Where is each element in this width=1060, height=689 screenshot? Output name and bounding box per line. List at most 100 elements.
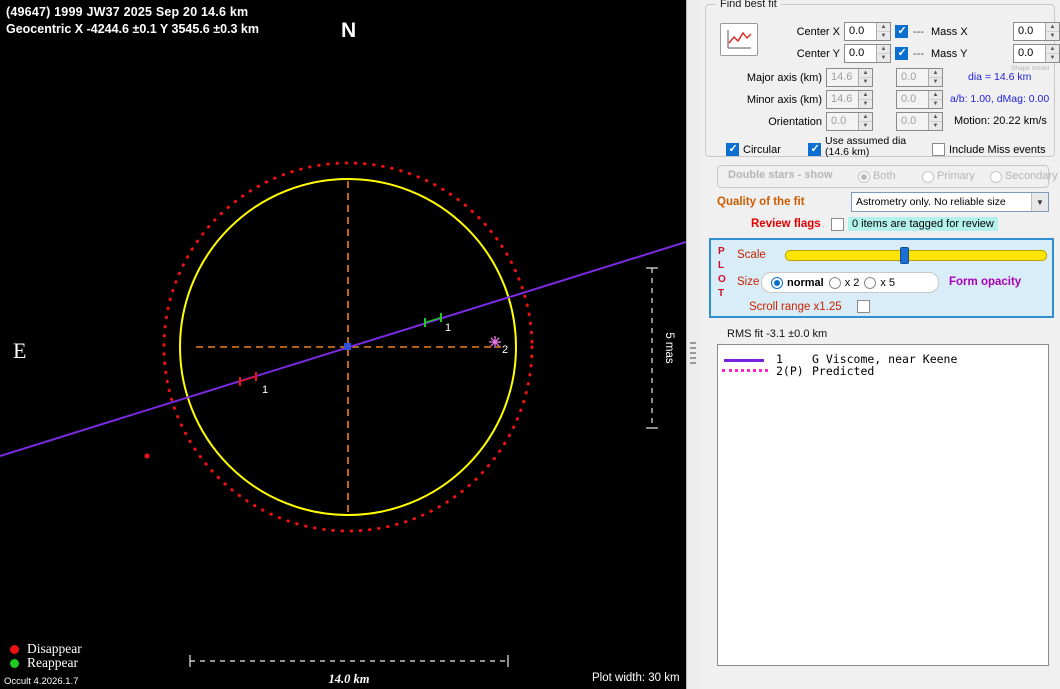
find-best-fit-group: Find best fit Center X 0.0 ▲▼ --- Mass X… [705,4,1055,157]
spinner-down-icon[interactable]: ▼ [1046,54,1059,62]
mass-y-value[interactable]: 0.0 [1014,45,1045,62]
stray-point [145,454,150,459]
size-x2-radio[interactable] [829,277,841,289]
center-x-label: Center X [764,26,840,38]
spinner-up-icon[interactable]: ▲ [1046,45,1059,54]
plot-subtitle: Geocentric X -4244.6 ±0.1 Y 3545.6 ±0.3 … [6,22,259,36]
minor-axis-value: 14.6 [827,91,858,108]
legend-disappear: Disappear [10,642,82,656]
mass-y-spinner[interactable]: 0.0 ▲▼ [1013,44,1060,63]
reappear-dot-icon [10,659,19,668]
minor-axis-spinner[interactable]: 14.6 ▲▼ [826,90,873,109]
circular-label: Circular [743,144,781,156]
chord-1-line-sample [724,359,764,362]
center-x-spinner[interactable]: 0.0 ▲▼ [844,22,891,41]
orientation-spinner[interactable]: 0.0 ▲▼ [826,112,873,131]
spinner-down-icon[interactable]: ▼ [929,100,942,108]
size-option-group: normal x 2 x 5 [761,272,939,293]
major-axis-spinner[interactable]: 14.6 ▲▼ [826,68,873,87]
spinner-down-icon[interactable]: ▼ [1046,32,1059,40]
size-x5-option[interactable]: x 5 [864,277,895,289]
vertical-scale-bracket [646,268,658,428]
orientation-value-2: 0.0 [897,113,928,130]
spinner-up-icon[interactable]: ▲ [859,69,872,78]
spinner-up-icon[interactable]: ▲ [929,91,942,100]
quality-of-fit-label: Quality of the fit [717,196,805,208]
major-axis-label: Major axis (km) [734,72,822,84]
chord-1-reappear-label: 1 [445,322,451,334]
scroll-range-checkbox[interactable] [857,300,870,313]
size-normal-radio[interactable] [771,277,783,289]
double-stars-primary-radio[interactable] [922,171,934,183]
scroll-range-label: Scroll range x1.25 [749,301,842,313]
spinner-down-icon[interactable]: ▼ [859,100,872,108]
observations-listbox[interactable]: 1 G Viscome, near Keene 2(P) Predicted [717,344,1049,666]
center-y-value[interactable]: 0.0 [845,45,876,62]
plot-vertical-letter: T [718,288,724,299]
quality-of-fit-combobox[interactable]: Astrometry only. No reliable size ▼ [851,192,1049,212]
north-label: N [341,19,356,43]
include-miss-events-checkbox[interactable] [932,143,945,156]
mass-x-value[interactable]: 0.0 [1014,23,1045,40]
spinner-up-icon[interactable]: ▲ [877,45,890,54]
mass-x-label: Mass X [931,26,968,38]
size-normal-label: normal [787,277,824,289]
find-best-fit-button[interactable] [720,23,758,56]
size-label: Size [737,276,759,288]
spinner-up-icon[interactable]: ▲ [929,69,942,78]
plot-controls-box: P L O T Scale Size normal x 2 [709,238,1054,318]
center-y-spinner[interactable]: 0.0 ▲▼ [844,44,891,63]
spinner-down-icon[interactable]: ▼ [859,122,872,130]
spinner-down-icon[interactable]: ▼ [929,78,942,86]
plot-title: (49647) 1999 JW37 2025 Sep 20 14.6 km [6,5,248,19]
size-normal-option[interactable]: normal [771,277,824,289]
size-x2-option[interactable]: x 2 [829,277,860,289]
mass-y-label: Mass Y [931,48,967,60]
spinner-up-icon[interactable]: ▲ [877,23,890,32]
spinner-down-icon[interactable]: ▼ [877,32,890,40]
predicted-asterisk-marker [489,336,501,348]
form-opacity-label[interactable]: Form opacity [949,276,1021,288]
circular-checkbox[interactable] [726,143,739,156]
find-best-fit-title: Find best fit [716,0,781,10]
double-stars-secondary-radio[interactable] [990,171,1002,183]
orientation-spinner-2[interactable]: 0.0 ▲▼ [896,112,943,131]
spinner-up-icon[interactable]: ▲ [1046,23,1059,32]
center-x-fit-checkbox[interactable] [895,25,908,38]
disappear-dot-icon [10,645,19,654]
double-stars-secondary-label: Secondary [1005,170,1058,182]
plot-width-label: Plot width: 30 km [592,672,680,684]
spinner-up-icon[interactable]: ▲ [859,91,872,100]
predicted-label: 2 [502,344,508,356]
plot-legend: Disappear Reappear [10,642,82,670]
combo-dropdown-arrow-icon[interactable]: ▼ [1031,193,1048,211]
scale-slider[interactable] [785,250,1047,261]
plot-vertical-letter: P [718,246,725,257]
scale-slider-thumb[interactable] [900,247,909,264]
spinner-down-icon[interactable]: ▼ [877,54,890,62]
splitter-grip-icon[interactable] [690,342,696,364]
legend-reappear-label: Reappear [27,655,78,671]
panel-splitter[interactable] [686,0,699,689]
spinner-down-icon[interactable]: ▼ [929,122,942,130]
plot-vertical-letter: O [718,274,726,285]
center-y-dashes: --- [913,48,924,60]
east-label: E [13,338,26,364]
major-axis-spinner-2[interactable]: 0.0 ▲▼ [896,68,943,87]
mass-x-spinner[interactable]: 0.0 ▲▼ [1013,22,1060,41]
spinner-down-icon[interactable]: ▼ [859,78,872,86]
double-stars-both-radio[interactable] [858,171,870,183]
orientation-label: Orientation [734,116,822,128]
center-x-value[interactable]: 0.0 [845,23,876,40]
review-flags-checkbox[interactable] [831,218,844,231]
spinner-up-icon[interactable]: ▲ [859,113,872,122]
double-stars-primary-label: Primary [937,170,975,182]
use-assumed-dia-checkbox[interactable] [808,143,821,156]
minor-axis-spinner-2[interactable]: 0.0 ▲▼ [896,90,943,109]
major-axis-value-2: 0.0 [897,69,928,86]
size-x5-radio[interactable] [864,277,876,289]
center-y-fit-checkbox[interactable] [895,47,908,60]
spinner-up-icon[interactable]: ▲ [929,113,942,122]
size-x2-label: x 2 [845,277,860,289]
use-assumed-dia-label: Use assumed dia (14.6 km) [825,136,921,158]
